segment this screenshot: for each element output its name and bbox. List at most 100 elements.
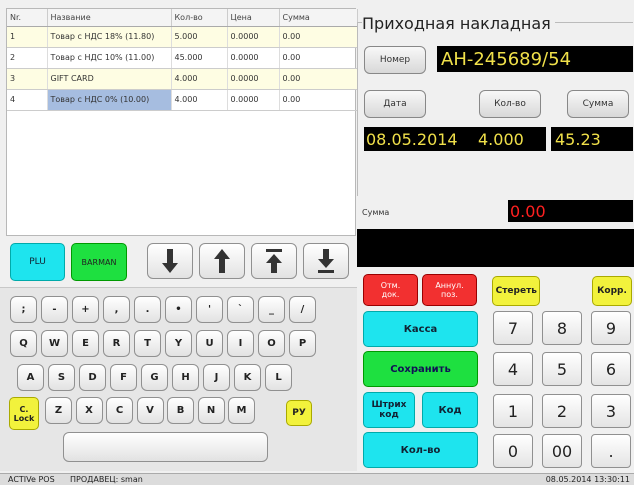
table-row[interactable]: 3 GIFT CARD 4.000 0.0000 0.00 bbox=[7, 68, 358, 90]
key-c[interactable]: C bbox=[106, 397, 133, 424]
total-label: Сумма bbox=[362, 208, 390, 217]
caps-lock-key[interactable]: C. Lock bbox=[9, 397, 39, 430]
numpad-key[interactable]: 6 bbox=[591, 352, 631, 386]
numpad-key[interactable]: 0 bbox=[493, 434, 533, 468]
seller-label: ПРОДАВЕЦ: sman bbox=[70, 475, 143, 484]
sum-display: 45.23 bbox=[551, 127, 633, 151]
key-l[interactable]: L bbox=[265, 364, 292, 391]
arrow-up-button[interactable] bbox=[199, 243, 245, 279]
key-symbol-0[interactable]: ; bbox=[10, 296, 37, 323]
cell-qty: 45.000 bbox=[171, 47, 228, 69]
arrow-top-button[interactable] bbox=[251, 243, 297, 279]
app-name: ACTIVe POS bbox=[8, 475, 55, 484]
numpad-key[interactable]: 4 bbox=[493, 352, 533, 386]
key-b[interactable]: B bbox=[167, 397, 194, 424]
key-symbol-7[interactable]: ` bbox=[227, 296, 254, 323]
sum-button[interactable]: Сумма bbox=[567, 90, 629, 118]
numpad-key[interactable]: 1 bbox=[493, 394, 533, 428]
numpad-key[interactable]: 5 bbox=[542, 352, 582, 386]
key-symbol-5[interactable]: • bbox=[165, 296, 192, 323]
key-a[interactable]: A bbox=[17, 364, 44, 391]
col-header-qty: Кол-во bbox=[171, 9, 228, 27]
cancel-document-button[interactable]: Отм. док. bbox=[363, 274, 418, 306]
save-button[interactable]: Сохранить bbox=[363, 351, 478, 387]
numpad-key[interactable]: 3 bbox=[591, 394, 631, 428]
plu-button[interactable]: PLU bbox=[10, 243, 65, 281]
cell-name: Товар с НДС 10% (11.00) bbox=[47, 47, 172, 69]
cell-price: 0.0000 bbox=[227, 26, 280, 48]
key-w[interactable]: W bbox=[41, 330, 68, 357]
cell-price: 0.0000 bbox=[227, 47, 280, 69]
key-o[interactable]: O bbox=[258, 330, 285, 357]
numpad-key[interactable]: 7 bbox=[493, 311, 533, 345]
table-row[interactable]: 2 Товар с НДС 10% (11.00) 45.000 0.0000 … bbox=[7, 47, 358, 69]
key-z[interactable]: Z bbox=[45, 397, 72, 424]
arrow-to-bottom-icon bbox=[318, 249, 334, 273]
key-g[interactable]: G bbox=[141, 364, 168, 391]
key-v[interactable]: V bbox=[136, 397, 164, 424]
invoice-title: Приходная накладная bbox=[362, 14, 555, 33]
cell-sum: 0.00 bbox=[279, 26, 358, 48]
col-header-nr: Nr. bbox=[7, 9, 48, 27]
numpad-key[interactable]: 9 bbox=[591, 311, 631, 345]
cell-name: Товар с НДС 18% (11.80) bbox=[47, 26, 172, 48]
language-key[interactable]: РУ bbox=[286, 400, 312, 426]
key-u[interactable]: U bbox=[196, 330, 223, 357]
key-y[interactable]: Y bbox=[165, 330, 192, 357]
cell-nr: 3 bbox=[7, 68, 48, 90]
key-d[interactable]: D bbox=[79, 364, 106, 391]
numpad-key[interactable]: 00 bbox=[542, 434, 582, 468]
code-button[interactable]: Код bbox=[422, 392, 478, 428]
numpad-key[interactable]: 8 bbox=[542, 311, 582, 345]
key-k[interactable]: K bbox=[234, 364, 261, 391]
key-symbol-6[interactable]: ' bbox=[196, 296, 223, 323]
key-m[interactable]: M bbox=[228, 397, 255, 424]
table-row-selected[interactable]: 4 Товар с НДС 0% (10.00) 4.000 0.0000 0.… bbox=[7, 89, 358, 111]
barman-button[interactable]: BARMAN bbox=[71, 243, 127, 281]
key-q[interactable]: Q bbox=[10, 330, 37, 357]
key-symbol-4[interactable]: . bbox=[134, 296, 161, 323]
cell-qty: 4.000 bbox=[171, 68, 228, 90]
numpad-key[interactable]: 2 bbox=[542, 394, 582, 428]
key-t[interactable]: T bbox=[134, 330, 161, 357]
cell-price: 0.0000 bbox=[227, 68, 280, 90]
quantity-button[interactable]: Кол-во bbox=[363, 432, 478, 468]
annul-position-button[interactable]: Аннул. поз. bbox=[422, 274, 477, 306]
key-symbol-9[interactable]: / bbox=[289, 296, 316, 323]
space-key[interactable] bbox=[63, 432, 268, 462]
number-button[interactable]: Номер bbox=[364, 46, 426, 74]
key-symbol-3[interactable]: , bbox=[103, 296, 130, 323]
barcode-button[interactable]: Штрих код bbox=[363, 392, 415, 428]
key-symbol-1[interactable]: - bbox=[41, 296, 68, 323]
key-j[interactable]: J bbox=[203, 364, 230, 391]
correction-button[interactable]: Корр. bbox=[592, 276, 632, 306]
table-header-row: Nr. Название Кол-во Цена Сумма bbox=[7, 9, 358, 27]
key-x[interactable]: X bbox=[75, 397, 103, 424]
arrow-bottom-button[interactable] bbox=[303, 243, 349, 279]
key-f[interactable]: F bbox=[110, 364, 137, 391]
key-p[interactable]: P bbox=[289, 330, 316, 357]
cell-sum: 0.00 bbox=[279, 47, 358, 69]
numpad-key[interactable]: . bbox=[591, 434, 631, 468]
table-row[interactable]: 1 Товар с НДС 18% (11.80) 5.000 0.0000 0… bbox=[7, 26, 358, 48]
date-button[interactable]: Дата bbox=[364, 90, 426, 118]
erase-button[interactable]: Стереть bbox=[492, 276, 540, 306]
key-symbol-8[interactable]: _ bbox=[258, 296, 285, 323]
arrow-down-button[interactable] bbox=[147, 243, 193, 279]
total-display: 0.00 bbox=[508, 200, 633, 222]
key-r[interactable]: R bbox=[103, 330, 130, 357]
cell-name: Товар с НДС 0% (10.00) bbox=[47, 89, 172, 111]
cell-qty: 5.000 bbox=[171, 26, 228, 48]
items-table[interactable]: Nr. Название Кол-во Цена Сумма 1 Товар с… bbox=[6, 8, 358, 236]
key-h[interactable]: H bbox=[172, 364, 199, 391]
key-s[interactable]: S bbox=[48, 364, 75, 391]
cell-name: GIFT CARD bbox=[47, 68, 172, 90]
qty-button[interactable]: Кол-во bbox=[479, 90, 541, 118]
key-n[interactable]: N bbox=[197, 397, 225, 424]
cell-sum: 0.00 bbox=[279, 89, 358, 111]
kassa-button[interactable]: Касса bbox=[363, 311, 478, 347]
key-e[interactable]: E bbox=[72, 330, 99, 357]
key-symbol-2[interactable]: + bbox=[72, 296, 99, 323]
status-datetime: 08.05.2014 13:30:11 bbox=[545, 475, 630, 484]
key-i[interactable]: I bbox=[227, 330, 254, 357]
